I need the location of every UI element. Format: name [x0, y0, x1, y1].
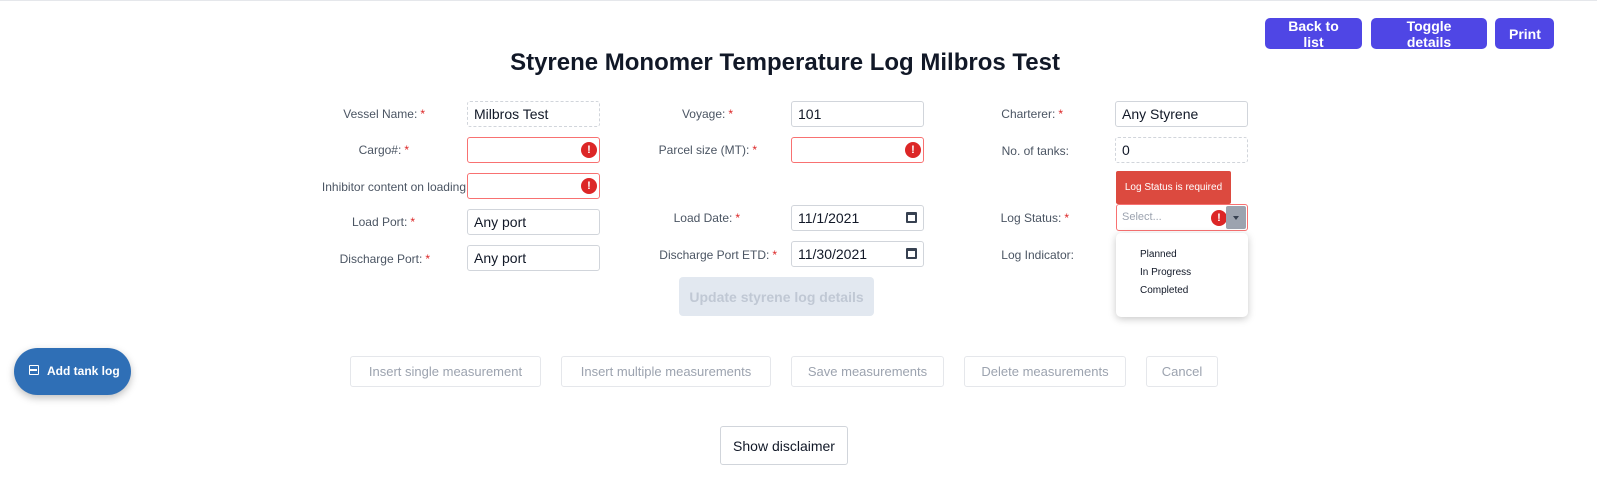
log-status-label: Log Status: *: [1000, 211, 1069, 225]
error-icon: !: [581, 178, 597, 194]
parcel-size-field[interactable]: !: [791, 137, 924, 163]
table-icon: [29, 365, 39, 375]
error-icon: !: [581, 142, 597, 158]
add-tank-log-button[interactable]: Add tank log: [14, 348, 131, 395]
show-disclaimer-button[interactable]: Show disclaimer: [720, 426, 848, 465]
back-to-list-button[interactable]: Back to list: [1265, 18, 1362, 50]
charterer-label: Charterer: *: [1001, 107, 1063, 121]
tanks-field[interactable]: 0: [1115, 137, 1248, 163]
parcel-size-label: Parcel size (MT): *: [658, 143, 757, 157]
print-button[interactable]: Print: [1495, 18, 1554, 49]
load-port-label: Load Port: *: [351, 215, 415, 229]
toggle-details-button[interactable]: Toggle details: [1371, 18, 1487, 50]
discharge-port-field[interactable]: Any port: [467, 245, 600, 271]
discharge-port-label: Discharge Port: *: [339, 252, 430, 266]
log-status-select[interactable]: Select... !: [1116, 204, 1248, 231]
option-completed[interactable]: Completed: [1140, 285, 1188, 296]
page-title: Styrene Monomer Temperature Log Milbros …: [510, 49, 1060, 76]
log-indicator-label: Log Indicator:: [1001, 248, 1074, 262]
charterer-field[interactable]: Any Styrene: [1115, 101, 1248, 127]
cancel-button: Cancel: [1146, 356, 1218, 387]
inhibitor-label: Inhibitor content on loading: [321, 180, 466, 194]
save-measurements-button: Save measurements: [791, 356, 944, 387]
load-date-label: Load Date: *: [673, 211, 740, 225]
voyage-label: Voyage: *: [681, 107, 733, 121]
insert-multiple-measurements-button: Insert multiple measurements: [561, 356, 771, 387]
chevron-down-icon[interactable]: [1226, 206, 1246, 229]
option-in-progress[interactable]: In Progress: [1140, 267, 1191, 278]
delete-measurements-button: Delete measurements: [964, 356, 1126, 387]
cargo-field[interactable]: !: [467, 137, 600, 163]
discharge-etd-field[interactable]: 11/30/2021: [791, 241, 924, 267]
load-date-field[interactable]: 11/1/2021: [791, 205, 924, 231]
inhibitor-field[interactable]: !: [467, 173, 600, 199]
update-log-details-button: Update styrene log details: [679, 277, 874, 316]
vessel-name-label: Vessel Name: *: [343, 107, 425, 121]
log-status-dropdown: Planned In Progress Completed: [1116, 233, 1248, 317]
log-status-placeholder: Select...: [1122, 211, 1162, 223]
log-status-error-tooltip: Log Status is required: [1116, 171, 1231, 204]
page: Back to list Toggle details Print Styren…: [0, 0, 1597, 486]
option-planned[interactable]: Planned: [1140, 249, 1177, 260]
error-icon: !: [1211, 210, 1227, 226]
cargo-label: Cargo#: *: [358, 143, 409, 157]
add-tank-log-label: Add tank log: [47, 364, 120, 378]
discharge-etd-label: Discharge Port ETD: *: [659, 248, 777, 262]
insert-single-measurement-button: Insert single measurement: [350, 356, 541, 387]
tanks-label: No. of tanks:: [1001, 144, 1069, 158]
